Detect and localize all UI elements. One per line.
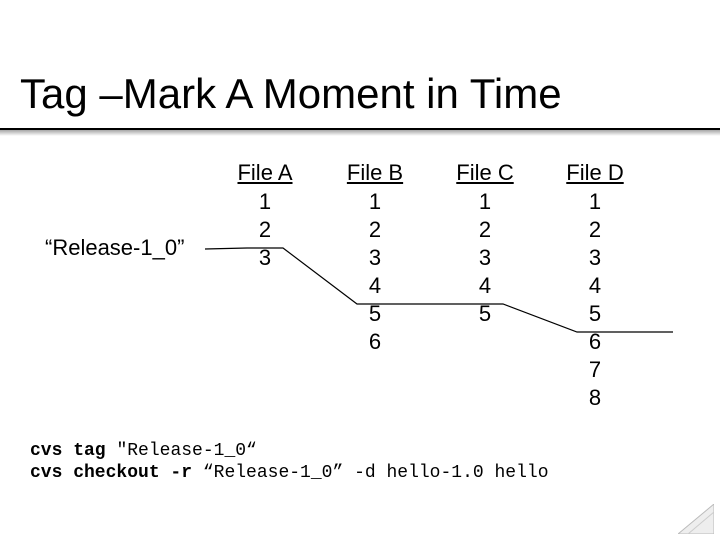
revision-number: 1 bbox=[555, 188, 635, 216]
command-args: “Release-1_0” -d hello-1.0 hello bbox=[203, 463, 549, 483]
file-column-header: File A bbox=[225, 160, 305, 186]
revision-number: 6 bbox=[555, 328, 635, 356]
page-corner-icon bbox=[678, 504, 714, 534]
revision-number: 2 bbox=[445, 216, 525, 244]
revision-number: 6 bbox=[335, 328, 415, 356]
title-shadow bbox=[0, 130, 720, 136]
revision-number: 3 bbox=[555, 244, 635, 272]
revision-number: 5 bbox=[445, 300, 525, 328]
revision-number: 3 bbox=[445, 244, 525, 272]
command-block: cvs tag "Release-1_0“ cvs checkout -r “R… bbox=[30, 440, 549, 484]
revision-number: 8 bbox=[555, 384, 635, 412]
file-column: File B123456 bbox=[335, 160, 415, 356]
file-column-header: File D bbox=[555, 160, 635, 186]
slide-title: Tag –Mark A Moment in Time bbox=[20, 70, 562, 118]
revision-number: 4 bbox=[445, 272, 525, 300]
revision-number: 2 bbox=[335, 216, 415, 244]
command-args: "Release-1_0“ bbox=[116, 441, 256, 461]
revision-number: 2 bbox=[555, 216, 635, 244]
revision-number: 4 bbox=[335, 272, 415, 300]
revision-number: 1 bbox=[225, 188, 305, 216]
revision-number: 1 bbox=[445, 188, 525, 216]
file-column: File A123 bbox=[225, 160, 305, 272]
command-keyword: cvs tag bbox=[30, 441, 106, 461]
file-column-header: File C bbox=[445, 160, 525, 186]
revision-number: 1 bbox=[335, 188, 415, 216]
revision-number: 3 bbox=[335, 244, 415, 272]
file-column: File D12345678 bbox=[555, 160, 635, 412]
revision-number: 7 bbox=[555, 356, 635, 384]
revision-number: 4 bbox=[555, 272, 635, 300]
command-keyword: cvs checkout -r bbox=[30, 463, 192, 483]
revision-number: 5 bbox=[335, 300, 415, 328]
file-column: File C12345 bbox=[445, 160, 525, 328]
revision-number: 2 bbox=[225, 216, 305, 244]
revision-number: 3 bbox=[225, 244, 305, 272]
tag-label: “Release-1_0” bbox=[45, 235, 184, 261]
revision-number: 5 bbox=[555, 300, 635, 328]
file-column-header: File B bbox=[335, 160, 415, 186]
